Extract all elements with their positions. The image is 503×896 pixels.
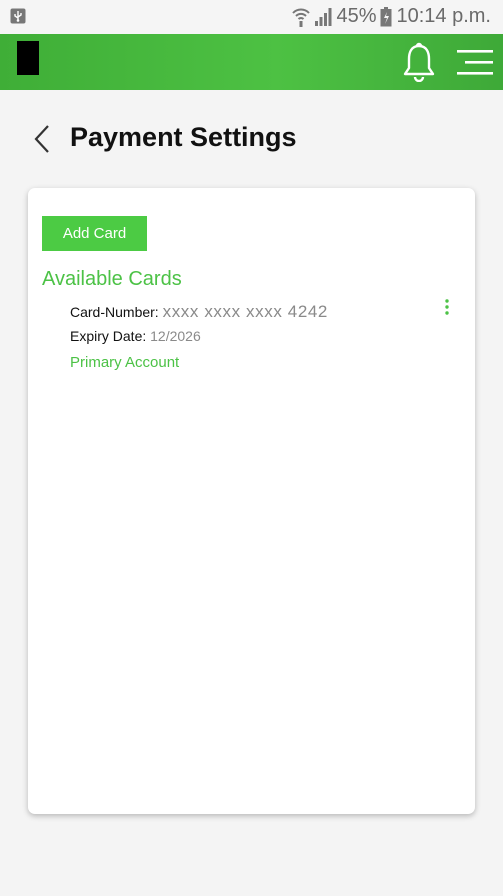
wifi-icon <box>292 8 311 27</box>
app-header <box>0 34 503 90</box>
card-number-value: xxxx xxxx xxxx 4242 <box>162 302 328 321</box>
app-logo <box>17 41 39 75</box>
signal-icon <box>315 7 332 26</box>
page-title: Payment Settings <box>70 122 297 152</box>
expiry-row: Expiry Date: 12/2026 <box>70 328 201 344</box>
menu-icon[interactable] <box>455 48 495 78</box>
expiry-value: 12/2026 <box>150 328 201 344</box>
chevron-left-icon[interactable] <box>30 122 54 156</box>
usb-icon <box>10 8 26 24</box>
add-card-button[interactable]: Add Card <box>42 216 147 251</box>
card-number-label: Card-Number: <box>70 304 163 320</box>
clock: 10:14 p.m. <box>396 5 491 27</box>
cards-panel: Add Card Available Cards Card-Number: xx… <box>28 188 475 814</box>
more-vertical-icon[interactable] <box>440 298 454 318</box>
battery-percent: 45% <box>336 5 377 27</box>
status-indicators: 45% 10:14 p.m. <box>292 5 491 28</box>
bell-icon[interactable] <box>400 42 438 82</box>
card-number-row: Card-Number: xxxx xxxx xxxx 4242 <box>70 302 328 322</box>
expiry-label: Expiry Date: <box>70 328 151 344</box>
primary-account-tag[interactable]: Primary Account <box>70 354 179 371</box>
status-bar: 45% 10:14 p.m. <box>0 0 503 34</box>
battery-icon <box>380 6 392 26</box>
available-cards-heading: Available Cards <box>42 268 182 290</box>
